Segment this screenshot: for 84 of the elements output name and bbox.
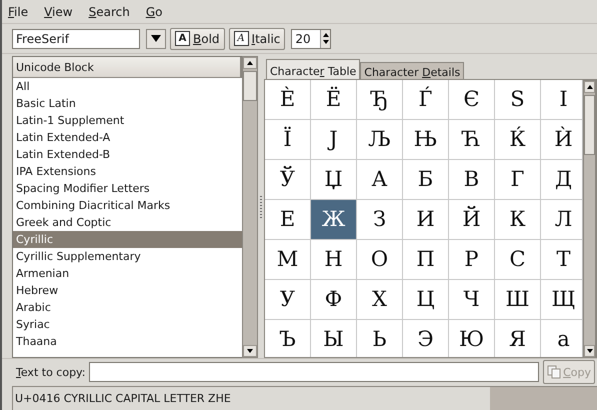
up-arrow-icon[interactable] <box>247 60 253 65</box>
character-cell[interactable]: Ѐ <box>265 80 311 120</box>
scrollbar-thumb[interactable] <box>584 94 595 155</box>
scrollbar[interactable] <box>242 56 258 358</box>
scrollbar-thumb[interactable] <box>243 70 257 101</box>
list-item[interactable]: Greek and Coptic <box>13 214 242 231</box>
list-item[interactable]: Cyrillic <box>13 230 242 248</box>
character-cell[interactable]: У <box>265 280 311 320</box>
character-cell[interactable]: Э <box>403 320 449 357</box>
character-cell[interactable]: Ж <box>311 200 357 240</box>
menu-item[interactable]: View <box>43 4 74 19</box>
character-cell[interactable]: О <box>357 240 403 280</box>
italic-icon: A <box>234 31 249 46</box>
font-combo-box[interactable]: FreeSerif <box>12 28 140 49</box>
character-cell[interactable]: Г <box>495 160 541 200</box>
up-arrow-icon[interactable] <box>586 84 593 89</box>
character-cell[interactable]: Ѕ <box>495 80 541 120</box>
character-cell[interactable]: Ќ <box>495 120 541 160</box>
copy-icon <box>547 365 562 380</box>
character-cell[interactable]: Ы <box>311 320 357 357</box>
list-item[interactable]: Latin-1 Supplement <box>13 112 242 129</box>
menu-item[interactable]: File <box>7 4 30 19</box>
character-cell[interactable]: Ч <box>449 280 495 320</box>
list-item[interactable]: Cyrillic Supplementary <box>13 248 242 265</box>
character-cell[interactable]: П <box>403 240 449 280</box>
down-arrow-icon[interactable] <box>322 40 329 44</box>
bold-button[interactable]: A Bold <box>170 28 225 50</box>
list-item[interactable]: Combining Diacritical Marks <box>13 196 242 214</box>
field-label: Text to copy: <box>16 366 86 379</box>
down-arrow-icon[interactable] <box>586 348 593 353</box>
character-cell[interactable]: Њ <box>403 120 449 160</box>
character-cell[interactable]: Ћ <box>449 120 495 160</box>
character-cell[interactable]: Ц <box>403 280 449 320</box>
down-arrow-icon[interactable] <box>247 348 253 353</box>
list-item[interactable]: Spacing Modifier Letters <box>13 180 242 197</box>
character-cell[interactable]: Ъ <box>265 320 311 357</box>
character-cell[interactable]: Х <box>357 280 403 320</box>
list-item[interactable]: Thaana <box>13 332 242 350</box>
character-cell[interactable]: Ђ <box>357 80 403 120</box>
font-size-spinner[interactable]: 20 <box>291 28 332 49</box>
character-cell[interactable]: В <box>449 160 495 200</box>
character-cell[interactable]: Я <box>495 320 541 357</box>
list-item[interactable]: Latin Extended-B <box>13 146 242 163</box>
character-cell[interactable]: С <box>495 240 541 280</box>
menu-item[interactable]: Search <box>88 4 131 19</box>
character-cell[interactable]: А <box>357 160 403 200</box>
character-cell[interactable]: Ў <box>265 160 311 200</box>
character-cell[interactable]: И <box>403 200 449 240</box>
splitter-handle[interactable] <box>260 196 262 218</box>
list-item[interactable]: IPA Extensions <box>13 162 242 180</box>
list-item[interactable]: All <box>13 78 242 95</box>
tab[interactable]: Character Table <box>266 58 360 79</box>
character-cell[interactable]: Љ <box>357 120 403 160</box>
up-arrow-icon[interactable] <box>322 32 329 37</box>
text-to-copy-field[interactable] <box>89 362 540 382</box>
character-cell[interactable]: Н <box>311 240 357 280</box>
character-cell[interactable]: Ь <box>357 320 403 357</box>
column-header[interactable]: Unicode Block <box>13 56 242 78</box>
character-cell[interactable]: Ї <box>265 120 311 160</box>
resize-grip[interactable] <box>490 386 597 410</box>
character-cell[interactable]: З <box>357 200 403 240</box>
character-cell[interactable]: Б <box>403 160 449 200</box>
menu-item[interactable]: Go <box>144 4 164 19</box>
scrollbar[interactable] <box>583 80 596 357</box>
italic-button[interactable]: A Italic <box>228 28 286 50</box>
character-cell[interactable]: Ј <box>311 120 357 160</box>
list-item[interactable]: Basic Latin <box>13 94 242 112</box>
character-cell[interactable]: М <box>265 240 311 280</box>
bold-icon: A <box>175 31 190 46</box>
character-cell[interactable]: Р <box>449 240 495 280</box>
list-item[interactable]: Armenian <box>13 264 242 282</box>
character-cell[interactable]: К <box>495 200 541 240</box>
list-item[interactable]: Syriac <box>13 316 242 333</box>
character-cell[interactable]: Є <box>449 80 495 120</box>
tab[interactable]: Character Details <box>360 62 464 79</box>
list-item[interactable]: Arabic <box>13 298 242 316</box>
character-cell[interactable]: Ѓ <box>403 80 449 120</box>
character-cell[interactable]: Ю <box>449 320 495 357</box>
character-cell[interactable]: Ф <box>311 280 357 320</box>
list-item[interactable]: Latin Extended-A <box>13 128 242 146</box>
list-item[interactable]: Hebrew <box>13 282 242 299</box>
character-cell[interactable]: Ё <box>311 80 357 120</box>
character-cell[interactable]: Й <box>449 200 495 240</box>
character-cell[interactable]: Ш <box>495 280 541 320</box>
